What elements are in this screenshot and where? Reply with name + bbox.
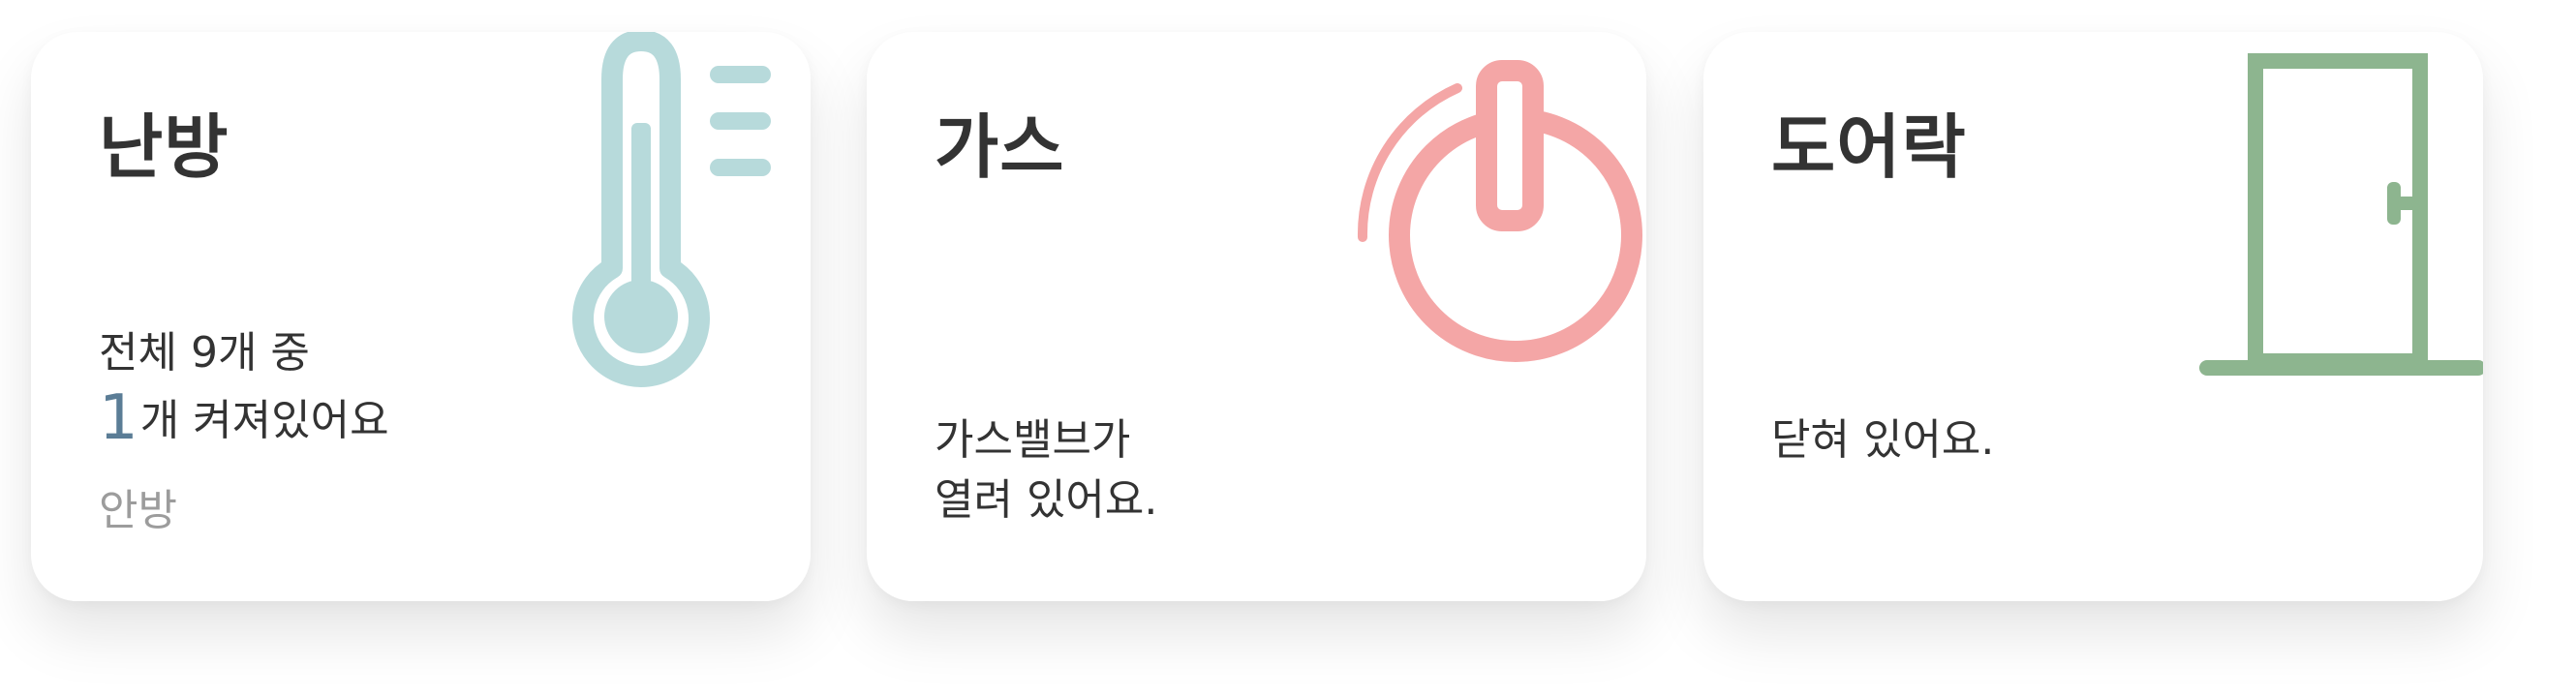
heating-title: 난방 <box>99 106 230 188</box>
heating-active-line: 1개 켜져있어요 <box>99 382 389 454</box>
heating-summary: 전체 9개 중 <box>99 328 310 378</box>
power-icon <box>1357 60 1642 362</box>
gas-card[interactable]: 가스 가스밸브가 열려 있어요. <box>867 32 1646 601</box>
heating-room: 안방 <box>99 486 177 535</box>
door-title: 도어락 <box>1771 106 1967 188</box>
heating-active-count: 1 <box>99 382 138 454</box>
door-icon <box>2199 53 2483 376</box>
gas-status-line1: 가스밸브가 <box>935 415 1131 465</box>
gas-status-line2: 열려 있어요. <box>935 475 1158 525</box>
heating-active-suffix: 개 켜져있어요 <box>139 396 389 445</box>
thermometer-icon <box>572 32 771 387</box>
door-card[interactable]: 도어락 닫혀 있어요. <box>1703 32 2483 601</box>
door-status: 닫혀 있어요. <box>1771 415 1995 465</box>
gas-title: 가스 <box>935 106 1065 188</box>
heating-card[interactable]: 난방 전체 9개 중 1개 켜져있어요 안방 <box>31 32 811 601</box>
